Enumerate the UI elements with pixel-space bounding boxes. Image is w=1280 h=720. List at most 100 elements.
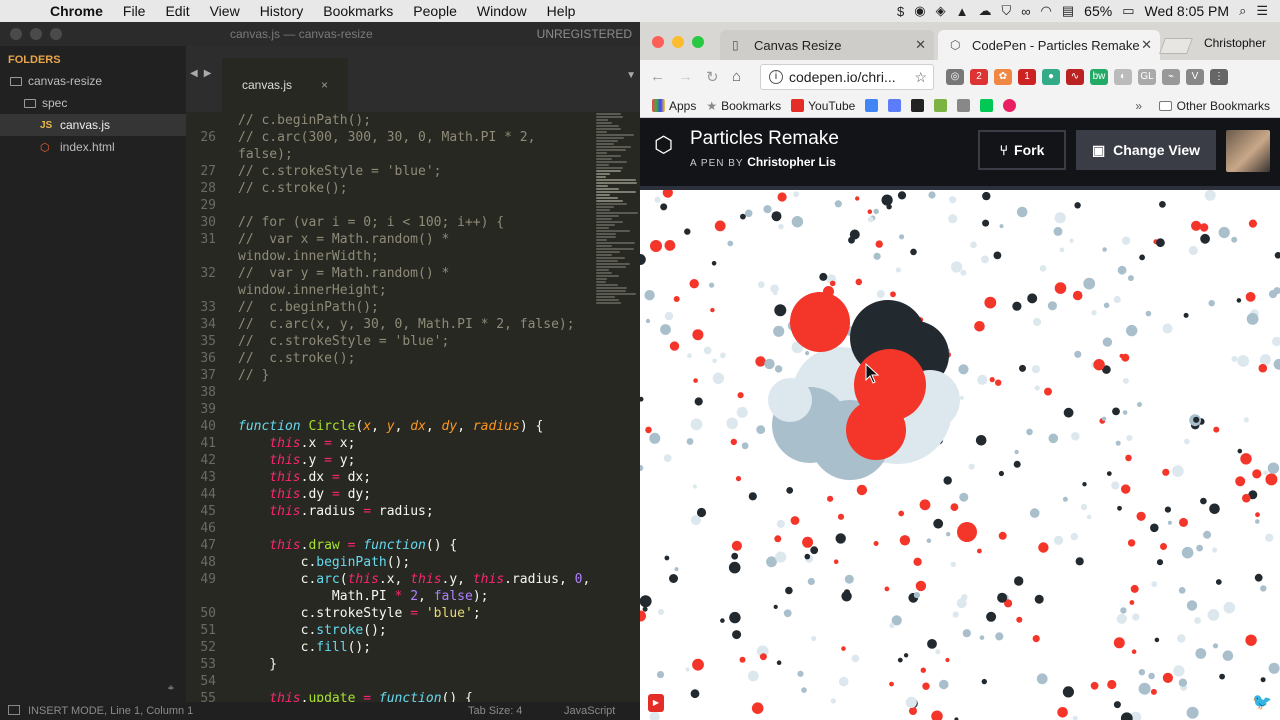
menu-history[interactable]: History [250, 0, 314, 22]
menu-edit[interactable]: Edit [155, 0, 199, 22]
code-line[interactable]: 47 this.draw = function() { [186, 537, 596, 554]
extension-icon[interactable]: V [1186, 69, 1204, 85]
code-line[interactable]: 54 [186, 673, 596, 690]
code-line[interactable]: // c.beginPath(); [186, 112, 596, 129]
bookmark-apps[interactable]: Apps [652, 99, 696, 113]
codepen-logo-icon[interactable]: ⬡ [654, 132, 680, 158]
drive-icon[interactable]: ▲ [956, 4, 969, 19]
address-bar[interactable]: i codepen.io/chri... ☆ [760, 64, 934, 90]
code-line[interactable]: 34 // c.arc(x, y, 30, 0, Math.PI * 2, fal… [186, 316, 596, 333]
new-tab-button[interactable] [1159, 38, 1193, 54]
tab-dropdown-icon[interactable]: ▼ [626, 70, 636, 81]
code-line[interactable]: 26 // c.arc(300, 300, 30, 0, Math.PI * 2, [186, 129, 596, 146]
drive-bookmark-icon[interactable] [865, 99, 879, 112]
status-language[interactable]: JavaScript [564, 705, 615, 717]
extension-icon[interactable]: ◐ [1114, 69, 1132, 85]
extension-icon[interactable]: GL [1138, 69, 1156, 85]
change-view-button[interactable]: ▣ Change View [1076, 130, 1216, 170]
record-icon[interactable]: ◉ [914, 3, 925, 19]
menu-view[interactable]: View [200, 0, 250, 22]
info-icon[interactable]: i [769, 70, 783, 84]
more-bookmarks-icon[interactable]: » [1135, 99, 1142, 113]
back-icon[interactable]: ← [650, 68, 665, 85]
avatar[interactable] [1226, 130, 1270, 172]
other-bookmarks[interactable]: Other Bookmarks [1158, 99, 1270, 113]
forward-icon[interactable]: → [678, 68, 693, 85]
bookmark-youtube[interactable]: YouTube [791, 99, 855, 113]
dollar-icon[interactable]: $ [897, 4, 904, 19]
glasses-icon[interactable]: ∞ [1021, 4, 1030, 19]
code-line[interactable]: 52 c.fill(); [186, 639, 596, 656]
spotlight-icon[interactable]: ⌕ [1239, 3, 1246, 19]
tab-nav-arrows-icon[interactable]: ◀▶ [190, 68, 217, 79]
browser-tab-canvas-resize[interactable]: ▯ Canvas Resize ✕ [720, 30, 934, 60]
code-line[interactable]: Math.PI * 2, false); [186, 588, 596, 605]
code-line[interactable]: 42 this.y = y; [186, 452, 596, 469]
close-tab-icon[interactable]: × [321, 78, 328, 92]
flag-icon[interactable]: ▤ [1062, 3, 1074, 19]
code-line[interactable]: 49 c.arc(this.x, this.y, this.radius, 0, [186, 571, 596, 588]
wifi-icon[interactable]: ◠ [1041, 3, 1052, 19]
browser-tab-codepen[interactable]: ⬡ CodePen - Particles Remake ✕ [938, 30, 1160, 60]
code-line[interactable]: 51 c.stroke(); [186, 622, 596, 639]
circle-bookmark-icon[interactable] [1003, 99, 1017, 112]
close-tab-icon[interactable]: ✕ [1141, 37, 1152, 53]
code-line[interactable]: 40 function Circle(x, y, dx, dy, radius) … [186, 418, 596, 435]
code-line[interactable]: 53 } [186, 656, 596, 673]
cloud-icon[interactable]: ☁ [978, 3, 991, 19]
code-area[interactable]: // c.beginPath(); 26 // c.arc(300, 300, 30… [186, 112, 596, 702]
code-line[interactable]: 45 this.radius = radius; [186, 503, 596, 520]
menu-icon[interactable]: ⋮ [1210, 69, 1228, 85]
code-line[interactable]: window.innerHeight; [186, 282, 596, 299]
battery-icon[interactable]: ▭ [1122, 3, 1134, 19]
notification-center-icon[interactable]: ☰ [1256, 3, 1268, 19]
extension-icon[interactable]: ● [1042, 69, 1060, 85]
menu-window[interactable]: Window [467, 0, 537, 22]
tree-folder-canvas-resize[interactable]: – canvas-resize [0, 70, 186, 694]
close-window-button[interactable] [10, 28, 22, 40]
expand-icon[interactable]: + [168, 683, 178, 694]
extension-icon[interactable]: 2 [970, 69, 988, 85]
pen-author[interactable]: Christopher Lis [747, 155, 836, 169]
code-line[interactable]: 38 [186, 384, 596, 401]
zoom-window-button[interactable] [692, 36, 704, 48]
extension-icon[interactable]: 1 [1018, 69, 1036, 85]
code-line[interactable]: 33 // c.beginPath(); [186, 299, 596, 316]
youtube-icon[interactable]: ▶ [648, 694, 664, 712]
code-line[interactable]: 55 this.update = function() { [186, 690, 596, 702]
code-line[interactable]: 41 this.x = x; [186, 435, 596, 452]
code-line[interactable]: 48 c.beginPath(); [186, 554, 596, 571]
bookmark-star-icon[interactable]: ☆ [914, 69, 927, 86]
code-line[interactable]: 50 c.strokeStyle = 'blue'; [186, 605, 596, 622]
code-line[interactable]: 28 // c.stroke(); [186, 180, 596, 197]
clock[interactable]: Wed 8:05 PM [1145, 3, 1230, 19]
code-line[interactable]: 32 // var y = Math.random() * [186, 265, 596, 282]
extension-icon[interactable]: bw [1090, 69, 1108, 85]
play-bookmark-icon[interactable] [957, 99, 971, 112]
shield-icon[interactable]: ⛉ [1001, 3, 1011, 19]
home-icon[interactable]: ⌂ [732, 68, 741, 85]
code-line[interactable]: 36 // c.stroke(); [186, 350, 596, 367]
panel-toggle-icon[interactable] [8, 705, 20, 715]
menu-people[interactable]: People [403, 0, 467, 22]
twitter-icon[interactable]: 🐦 [1252, 692, 1272, 712]
extension-icon[interactable]: ✿ [994, 69, 1012, 85]
code-line[interactable]: 43 this.dx = dx; [186, 469, 596, 486]
extension-icon[interactable]: ⌁ [1162, 69, 1180, 85]
code-line[interactable]: 44 this.dy = dy; [186, 486, 596, 503]
docs-bookmark-icon[interactable] [888, 99, 902, 112]
code-line[interactable]: 31 // var x = Math.random() * [186, 231, 596, 248]
minimap[interactable] [596, 112, 640, 372]
menu-bookmarks[interactable]: Bookmarks [313, 0, 403, 22]
extension-icon[interactable]: ∿ [1066, 69, 1084, 85]
minimize-window-button[interactable] [672, 36, 684, 48]
menu-help[interactable]: Help [537, 0, 586, 22]
close-tab-icon[interactable]: ✕ [915, 37, 926, 53]
particles-canvas[interactable]: ▶ 🐦 [640, 190, 1280, 720]
close-window-button[interactable] [652, 36, 664, 48]
bookmark-bookmarks[interactable]: ★ Bookmarks [706, 99, 781, 113]
code-line[interactable]: 35 // c.strokeStyle = 'blue'; [186, 333, 596, 350]
code-line[interactable]: 37 // } [186, 367, 596, 384]
code-line[interactable]: 46 [186, 520, 596, 537]
menu-file[interactable]: File [113, 0, 156, 22]
